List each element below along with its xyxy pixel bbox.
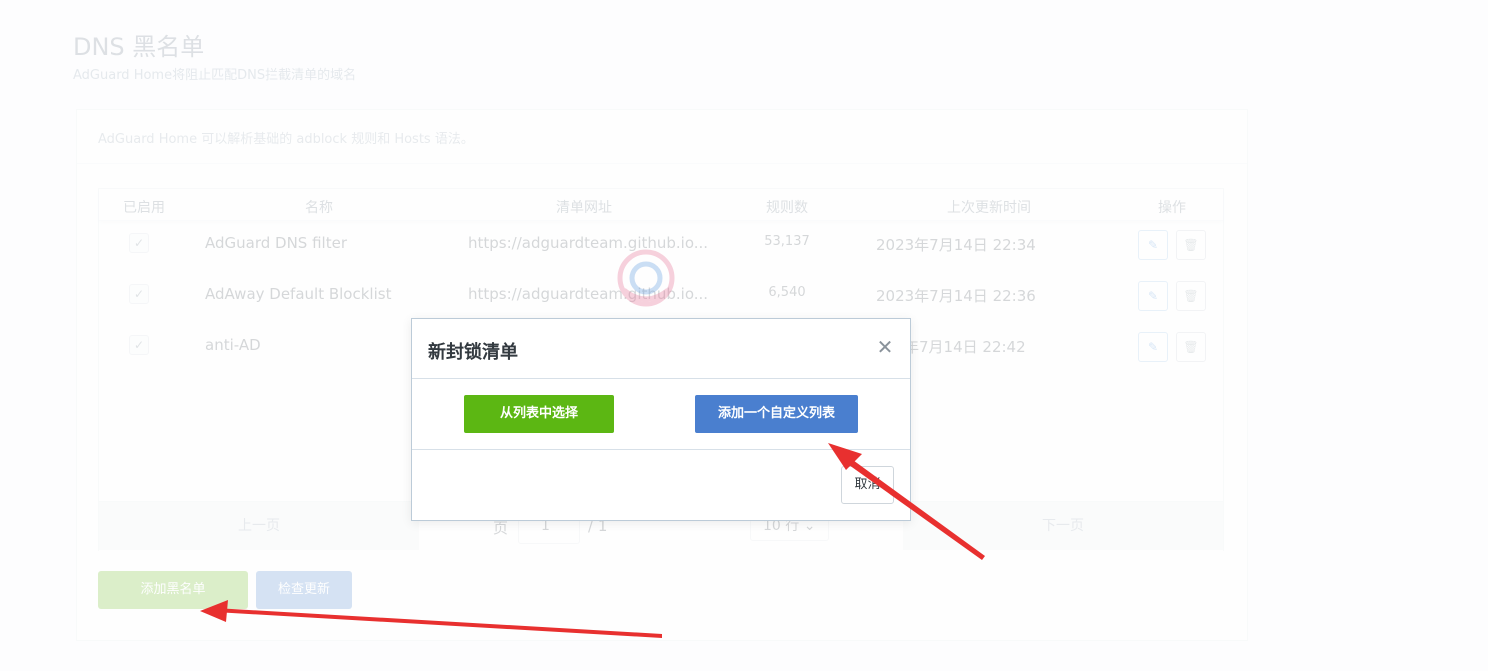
watermark-logo (617, 249, 675, 307)
choose-from-list-button[interactable]: 从列表中选择 (464, 395, 614, 433)
modal-title: 新封锁清单 (428, 342, 518, 363)
cancel-button[interactable]: 取消 (841, 466, 894, 504)
